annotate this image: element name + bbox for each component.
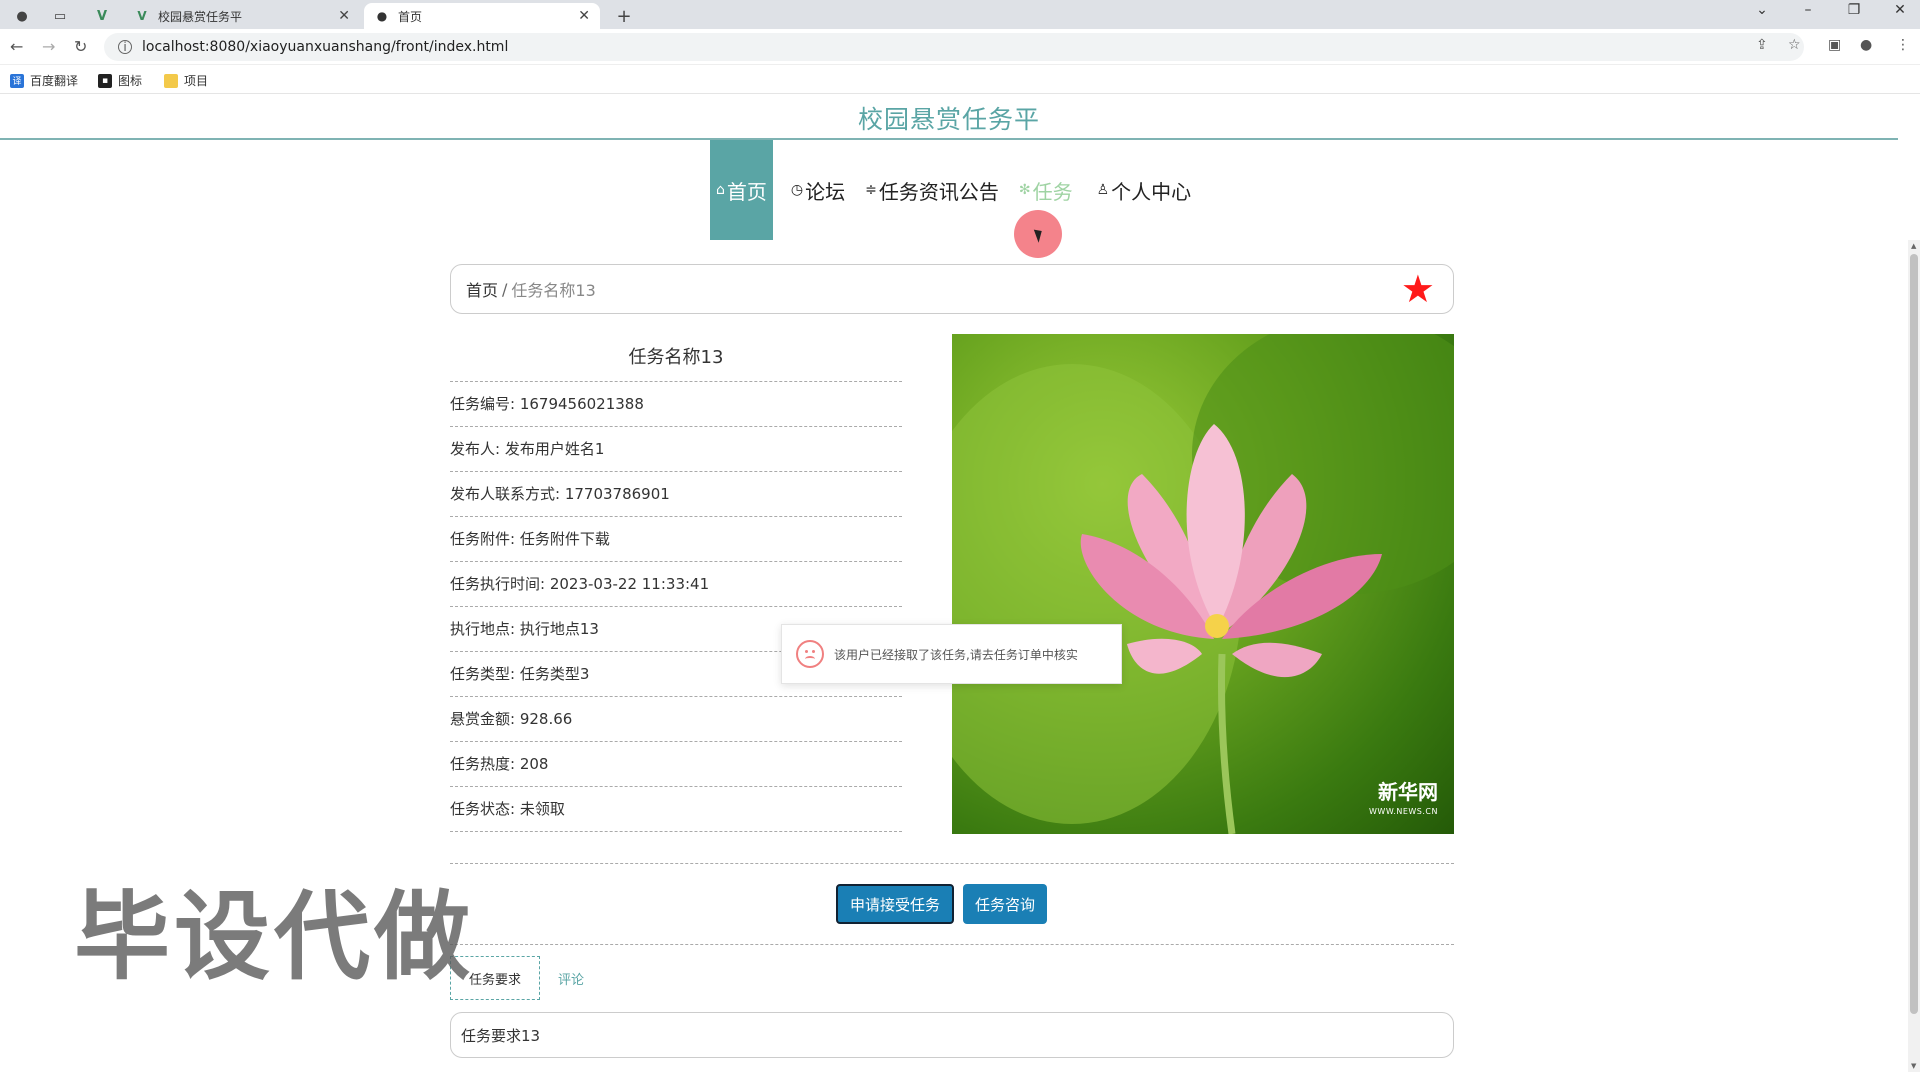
detail-exec-time: 任务执行时间: 2023-03-22 11:33:41 bbox=[450, 562, 902, 607]
breadcrumb: 首页 / 任务名称13 ★ bbox=[450, 264, 1454, 314]
sidebar-icon[interactable]: ▣ bbox=[1828, 37, 1841, 53]
breadcrumb-current: 任务名称13 bbox=[511, 281, 596, 300]
forward-icon[interactable]: → bbox=[42, 37, 55, 56]
user-icon: ♙ bbox=[1096, 182, 1110, 198]
watermark-sub: WWW.NEWS.CN bbox=[1369, 807, 1438, 816]
photo-watermark: 新华网 WWW.NEWS.CN bbox=[1369, 782, 1438, 822]
breadcrumb-separator: / bbox=[502, 279, 508, 299]
watermark-main: 新华网 bbox=[1378, 780, 1438, 804]
asterisk-icon: ✻ bbox=[1018, 182, 1031, 198]
detail-task-id: 任务编号: 1679456021388 bbox=[450, 382, 902, 427]
new-tab-icon[interactable]: + bbox=[610, 4, 638, 28]
tab-title: 首页 bbox=[398, 9, 423, 24]
window-close-icon[interactable]: ✕ bbox=[1880, 2, 1920, 18]
nav-label: 论坛 bbox=[805, 179, 846, 204]
requirements-content: 任务要求13 bbox=[450, 1012, 1454, 1058]
toast-message: 该用户已经接取了该任务,请去任务订单中核实 bbox=[781, 624, 1122, 684]
page-scrollbar[interactable]: ▲ ▼ bbox=[1908, 240, 1920, 1072]
nav-item-forum[interactable]: ◷ 论坛 bbox=[785, 140, 851, 240]
task-details: 任务名称13 任务编号: 1679456021388 发布人: 发布用户姓名1 … bbox=[450, 334, 902, 832]
menu-icon[interactable]: ⋮ bbox=[1896, 37, 1910, 53]
divider bbox=[450, 944, 1454, 945]
info-icon[interactable]: i bbox=[118, 40, 132, 54]
task-image: 新华网 WWW.NEWS.CN bbox=[952, 334, 1454, 834]
scrollbar-thumb[interactable] bbox=[1910, 254, 1918, 1014]
url-field[interactable]: i localhost:8080/xiaoyuanxuanshang/front… bbox=[104, 33, 1804, 61]
detail-publisher: 发布人: 发布用户姓名1 bbox=[450, 427, 902, 472]
tab-title: 校园悬赏任务平 bbox=[158, 9, 243, 24]
tab-home[interactable]: ● 首页 ✕ bbox=[364, 3, 600, 29]
blank-tab-icon[interactable]: ▭ bbox=[46, 4, 74, 28]
nav-label: 任务 bbox=[1032, 179, 1073, 204]
vue-icon: V bbox=[137, 9, 147, 23]
restore-icon[interactable]: ❐ bbox=[1834, 2, 1874, 18]
back-icon[interactable]: ← bbox=[10, 37, 23, 56]
sad-face-icon bbox=[796, 640, 824, 668]
scroll-down-icon[interactable]: ▼ bbox=[1911, 1062, 1916, 1070]
nav-label: 任务资讯公告 bbox=[878, 179, 999, 204]
bookmark-label: 百度翻译 bbox=[30, 74, 79, 88]
divider bbox=[450, 863, 1454, 864]
detail-attachment[interactable]: 任务附件: 任务附件下载 bbox=[450, 517, 902, 562]
bookmark-label: 项目 bbox=[184, 74, 209, 88]
site-title: 校园悬赏任务平 bbox=[857, 105, 1040, 134]
sliders-icon: ≑ bbox=[865, 182, 877, 198]
detail-status: 任务状态: 未领取 bbox=[450, 787, 902, 832]
folder-icon bbox=[164, 73, 178, 88]
translate-icon: 译 bbox=[10, 73, 24, 88]
clock-icon: ◷ bbox=[790, 182, 804, 198]
detail-reward: 悬赏金额: 928.66 bbox=[450, 697, 902, 742]
bookmark-label: 图标 bbox=[118, 74, 143, 88]
share-icon[interactable]: ⇪ bbox=[1756, 37, 1768, 53]
profile-icon[interactable]: ● bbox=[1860, 37, 1872, 53]
task-title: 任务名称13 bbox=[450, 334, 902, 382]
lotus-flower-image bbox=[952, 334, 1454, 834]
nav-item-profile[interactable]: ♙ 个人中心 bbox=[1091, 140, 1198, 240]
bookmark-icons[interactable]: ▪ 图标 bbox=[98, 72, 142, 89]
bookmark-star-icon[interactable]: ☆ bbox=[1788, 37, 1801, 53]
browser-tab-bar: ● ▭ V V 校园悬赏任务平 ✕ ● 首页 ✕ + ⌄ – ❐ ✕ bbox=[0, 0, 1920, 29]
url-text: localhost:8080/xiaoyuanxuanshang/front/i… bbox=[142, 39, 509, 55]
main-nav: ⌂ 首页 ◷ 论坛 ≑ 任务资讯公告 ✻ 任务 ♙ 个人中心 bbox=[710, 140, 1197, 240]
favorite-star-icon[interactable]: ★ bbox=[1401, 269, 1435, 309]
close-icon[interactable]: ✕ bbox=[338, 8, 350, 24]
nav-label: 个人中心 bbox=[1111, 179, 1192, 204]
globe-icon[interactable]: ● bbox=[8, 4, 36, 28]
nav-label: 首页 bbox=[726, 179, 767, 204]
scroll-up-icon[interactable]: ▲ bbox=[1911, 242, 1916, 250]
tab-search-icon[interactable]: ⌄ bbox=[1742, 2, 1782, 18]
tab-task-platform[interactable]: V 校园悬赏任务平 ✕ bbox=[124, 3, 360, 29]
address-bar: ← → ↻ i localhost:8080/xiaoyuanxuanshang… bbox=[0, 29, 1920, 65]
tab-comments[interactable]: 评论 bbox=[540, 956, 602, 1000]
home-icon: ⌂ bbox=[716, 182, 725, 198]
nav-item-home[interactable]: ⌂ 首页 bbox=[710, 140, 773, 240]
overlay-watermark-text: 毕设代做 bbox=[74, 881, 474, 993]
vue-icon[interactable]: V bbox=[88, 4, 116, 28]
breadcrumb-home[interactable]: 首页 bbox=[466, 277, 498, 301]
image-icon: ▪ bbox=[98, 73, 112, 88]
apply-task-button[interactable]: 申请接受任务 bbox=[836, 884, 954, 924]
reload-icon[interactable]: ↻ bbox=[74, 37, 87, 56]
globe-icon: ● bbox=[376, 9, 388, 23]
minimize-icon[interactable]: – bbox=[1788, 2, 1828, 18]
consult-task-button[interactable]: 任务咨询 bbox=[963, 884, 1047, 924]
bookmarks-bar: 译 百度翻译 ▪ 图标 项目 bbox=[0, 66, 1920, 94]
detail-heat: 任务热度: 208 bbox=[450, 742, 902, 787]
close-icon[interactable]: ✕ bbox=[578, 8, 590, 24]
bookmark-baidu-translate[interactable]: 译 百度翻译 bbox=[10, 72, 78, 89]
detail-publisher-contact: 发布人联系方式: 17703786901 bbox=[450, 472, 902, 517]
toast-text: 该用户已经接取了该任务,请去任务订单中核实 bbox=[834, 647, 1078, 662]
nav-item-news[interactable]: ≑ 任务资讯公告 bbox=[859, 140, 1005, 240]
bookmark-project[interactable]: 项目 bbox=[164, 72, 208, 89]
